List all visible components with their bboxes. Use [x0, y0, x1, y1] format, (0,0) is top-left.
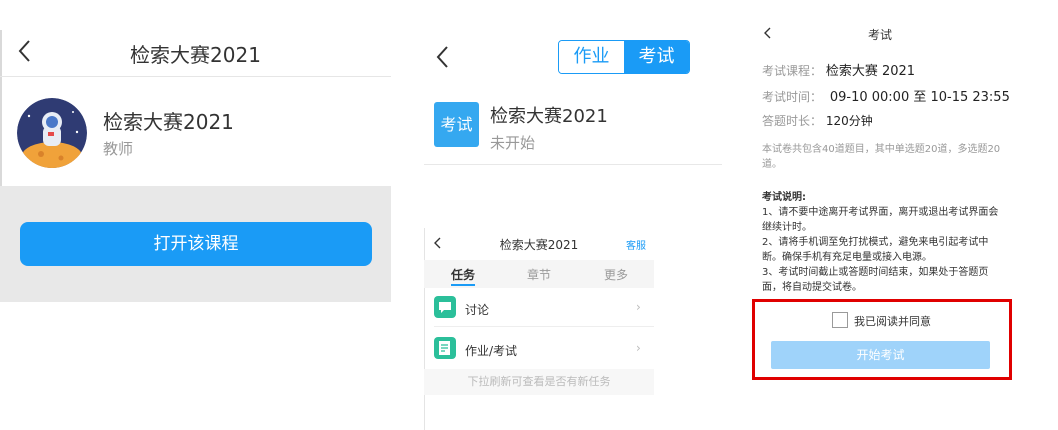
course-task-panel: 检索大赛2021 客服 任务 章节 更多 讨论 › 作业/考试 › 下拉刷新可查…	[424, 228, 654, 430]
page-title: 考试	[867, 28, 892, 42]
exam-status: 未开始	[490, 134, 536, 152]
course-name: 检索大赛2021	[103, 110, 234, 134]
open-course-button[interactable]: 打开该课程	[20, 222, 372, 266]
field-value: 检索大赛 2021	[825, 64, 916, 79]
divider	[0, 76, 391, 77]
course-panel: 检索大赛2021 检索大赛2021 教师 打开该课程	[0, 30, 391, 302]
exam-detail-panel: 考试 考试课程： 检索大赛 2021 考试时间： 09-10 00:00 至 1…	[752, 22, 1012, 430]
field-label: 答题时长：	[762, 114, 823, 128]
avatar	[17, 98, 87, 168]
astronaut-icon	[17, 98, 87, 168]
field-label: 考试课程：	[762, 64, 823, 78]
tab-tasks[interactable]: 任务	[451, 266, 475, 283]
exam-instructions: 考试说明: 1、请不要中途离开考试界面，离开或退出考试界面会继续计时。 2、请将…	[762, 190, 1006, 295]
discussion-icon	[434, 296, 456, 318]
homework-icon	[434, 337, 456, 359]
tab-homework[interactable]: 作业	[559, 41, 624, 73]
chevron-right-icon: ›	[636, 341, 641, 355]
field-value: 09-10 00:00 至 10-15 23:55	[829, 90, 1010, 105]
field-value: 120分钟	[825, 114, 873, 128]
exam-time-row: 考试时间： 09-10 00:00 至 10-15 23:55	[762, 86, 1010, 105]
instruction-item: 2、请将手机调至免打扰模式，避免来电引起考试中断。确保手机有充足电量或接入电源。	[762, 237, 989, 263]
exam-name[interactable]: 检索大赛2021	[490, 102, 608, 128]
back-arrow-icon[interactable]	[432, 44, 454, 70]
instruction-item: 3、考试时间截止或答题时间结束，如果处于答题页面，将自动提交试卷。	[762, 267, 989, 293]
page-title: 检索大赛2021	[499, 238, 579, 252]
field-label: 考试时间：	[762, 90, 823, 104]
list-item-discussion[interactable]: 讨论	[465, 301, 489, 318]
nav-header: 检索大赛2021	[0, 30, 391, 76]
exam-summary: 本试卷共包含40道题目，其中单选题20道，多选题20道。	[762, 144, 1001, 170]
segment-control: 作业 考试	[558, 40, 690, 74]
start-exam-button[interactable]: 开始考试	[771, 341, 990, 369]
pull-refresh-hint: 下拉刷新可查看是否有新任务	[424, 369, 654, 395]
instructions-heading: 考试说明:	[762, 192, 806, 203]
exam-course-row: 考试课程： 检索大赛 2021	[762, 60, 915, 79]
active-tab-indicator	[451, 284, 475, 286]
customer-service-link[interactable]: 客服	[626, 237, 646, 252]
agree-label[interactable]: 我已阅读并同意	[854, 313, 931, 329]
tab-more[interactable]: 更多	[604, 266, 628, 283]
exam-duration-row: 答题时长： 120分钟	[762, 112, 873, 129]
agree-checkbox[interactable]	[832, 312, 848, 328]
assignment-list-panel: 作业 考试 考试 检索大赛2021 未开始	[424, 34, 722, 169]
tab-chapters[interactable]: 章节	[527, 266, 551, 283]
instruction-item: 1、请不要中途离开考试界面，离开或退出考试界面会继续计时。	[762, 207, 999, 233]
tab-exam[interactable]: 考试	[624, 41, 689, 73]
list-item-homework-exam[interactable]: 作业/考试	[465, 342, 517, 359]
divider	[424, 164, 722, 165]
page-title: 检索大赛2021	[130, 43, 261, 67]
divider	[434, 326, 654, 327]
divider	[424, 228, 425, 430]
exam-badge-icon: 考试	[434, 102, 479, 147]
chevron-right-icon: ›	[636, 300, 641, 314]
user-role: 教师	[103, 140, 134, 158]
